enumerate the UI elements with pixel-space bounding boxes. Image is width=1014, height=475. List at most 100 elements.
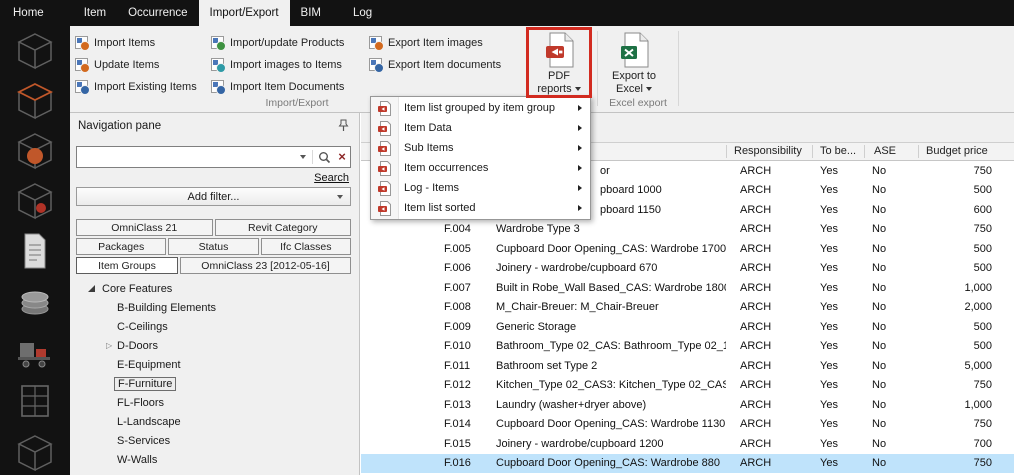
pdf-menu-item[interactable]: Item list grouped by item group (371, 98, 590, 118)
table-row[interactable]: F.007 Built in Robe_Wall Based_CAS: Ward… (361, 278, 1014, 298)
table-row[interactable]: F.014 Cupboard Door Opening_CAS: Wardrob… (361, 415, 1014, 435)
item-description-cell: Cupboard Door Opening_CAS: Wardrobe 880 (492, 457, 726, 469)
table-row[interactable]: F.009 Generic Storage ARCH Yes No 500 (361, 317, 1014, 337)
tree-item[interactable]: ▷ W-Walls (76, 450, 357, 469)
ribbon-button[interactable]: Import images to Items (208, 55, 347, 74)
pdf-menu-item[interactable]: Item occurrences (371, 158, 590, 178)
table-row[interactable]: F.008 M_Chair-Breuer: M_Chair-Breuer ARC… (361, 298, 1014, 318)
document-icon (18, 231, 52, 271)
responsibility-cell: ARCH (726, 438, 812, 450)
sidebar-module-5[interactable] (0, 226, 70, 276)
sidebar-module-2[interactable] (0, 76, 70, 126)
menubar-tab[interactable]: Import/Export (199, 0, 290, 26)
add-filter-dropdown[interactable]: Add filter... (76, 187, 351, 206)
table-row[interactable]: F.011 Bathroom set Type 2 ARCH Yes No 5,… (361, 356, 1014, 376)
search-icon[interactable] (314, 151, 334, 164)
search-input[interactable] (77, 148, 295, 166)
tree-item[interactable]: ▷ C-Ceilings (76, 317, 357, 336)
tree-item[interactable]: ▷ L-Landscape (76, 412, 357, 431)
tree-item[interactable]: ▷ B-Building Elements (76, 298, 357, 317)
sidebar-module-3[interactable] (0, 126, 70, 176)
ribbon-button[interactable]: Import/update Products (208, 33, 347, 52)
filter-tab[interactable]: Packages (76, 238, 166, 255)
submenu-arrow-icon (578, 165, 582, 171)
ribbon-button[interactable]: Import Existing Items (72, 77, 200, 96)
module-sidebar (0, 26, 70, 475)
sidebar-module-9[interactable] (0, 426, 70, 475)
submenu-arrow-icon (578, 145, 582, 151)
table-row[interactable]: F.004 Wardrobe Type 3 ARCH Yes No 750 (361, 220, 1014, 240)
budget-price-cell: 500 (918, 340, 1014, 352)
table-row[interactable]: F.010 Bathroom_Type 02_CAS: Bathroom_Typ… (361, 337, 1014, 357)
item-id-cell: F.009 (440, 321, 492, 333)
pdf-menu-item[interactable]: Log - Items (371, 178, 590, 198)
chevron-down-icon[interactable] (295, 155, 311, 159)
table-row[interactable]: F.012 Kitchen_Type 02_CAS3: Kitchen_Type… (361, 376, 1014, 396)
ase-cell: No (864, 204, 918, 216)
dropdown-arrow-icon (575, 87, 581, 91)
table-row[interactable]: F.005 Cupboard Door Opening_CAS: Wardrob… (361, 239, 1014, 259)
pin-icon[interactable] (338, 119, 349, 135)
ribbon-button[interactable]: Update Items (72, 55, 200, 74)
sidebar-module-7[interactable] (0, 326, 70, 376)
filter-tab[interactable]: Item Groups (76, 257, 178, 274)
ribbon-button[interactable]: Import Item Documents (208, 77, 347, 96)
expand-arrow-icon[interactable]: ▷ (106, 341, 117, 350)
navigation-pane: Navigation pane × Search Add filter... O… (70, 113, 360, 475)
ribbon-column-2: Import/update Products Import images to … (208, 33, 347, 96)
collapse-arrow-icon[interactable] (88, 285, 95, 292)
pdf-menu-item[interactable]: Sub Items (371, 138, 590, 158)
search-link[interactable]: Search (314, 172, 349, 184)
ribbon-button[interactable]: Export Item documents (366, 55, 504, 74)
filter-tab[interactable]: OmniClass 21 (76, 219, 213, 236)
budget-price-cell: 2,000 (918, 301, 1014, 313)
menubar-tab[interactable]: Occurrence (117, 0, 198, 26)
budget-price-cell: 500 (918, 184, 1014, 196)
item-id-cell: F.016 (440, 457, 492, 469)
pdf-menu-item[interactable]: Item list sorted (371, 198, 590, 218)
submenu-arrow-icon (578, 205, 582, 211)
sidebar-module-1[interactable] (0, 26, 70, 76)
responsibility-cell: ARCH (726, 321, 812, 333)
filter-tab[interactable]: Status (168, 238, 258, 255)
column-header-ase[interactable]: ASE (874, 145, 896, 157)
item-id-cell: F.008 (440, 301, 492, 313)
menubar-tab[interactable]: Log (342, 0, 383, 26)
table-row[interactable]: F.016 Cupboard Door Opening_CAS: Wardrob… (361, 454, 1014, 474)
table-row[interactable]: F.013 Laundry (washer+dryer above) ARCH … (361, 395, 1014, 415)
sidebar-module-8[interactable] (0, 376, 70, 426)
tree-item[interactable]: ▷ FL-Floors (76, 393, 357, 412)
tree-item-core-features[interactable]: Core Features (76, 279, 357, 298)
responsibility-cell: ARCH (726, 360, 812, 372)
budget-price-cell: 750 (918, 457, 1014, 469)
tree-item[interactable]: ▷ D-Doors (76, 336, 357, 355)
ase-cell: No (864, 340, 918, 352)
tree-item[interactable]: ▷ S-Services (76, 431, 357, 450)
ribbon-button[interactable]: Export Item images (366, 33, 504, 52)
responsibility-cell: ARCH (726, 184, 812, 196)
ribbon-button[interactable]: Import Items (72, 33, 200, 52)
ribbon-button-icon (369, 58, 382, 71)
sidebar-module-6[interactable] (0, 276, 70, 326)
column-header-budget-price[interactable]: Budget price (926, 145, 988, 157)
sidebar-module-4[interactable] (0, 176, 70, 226)
filter-tab[interactable]: OmniClass 23 [2012-05-16] (180, 257, 351, 274)
responsibility-cell: ARCH (726, 399, 812, 411)
submenu-arrow-icon (578, 125, 582, 131)
table-row[interactable]: F.015 Joinery - wardrobe/cupboard 1200 A… (361, 434, 1014, 454)
to-be-cell: Yes (812, 438, 864, 450)
clear-icon[interactable]: × (334, 147, 350, 167)
export-to-excel-button[interactable]: Export to Excel (604, 30, 664, 108)
menubar-tab[interactable]: Home (2, 0, 55, 26)
filter-tab[interactable]: Ifc Classes (261, 238, 351, 255)
tree-item[interactable]: ▷ E-Equipment (76, 355, 357, 374)
tree-item[interactable]: ▷ F-Furniture (76, 374, 357, 393)
menubar-tab[interactable]: BIM (290, 0, 332, 26)
menubar-tab[interactable]: Item (73, 0, 117, 26)
filter-tab[interactable]: Revit Category (215, 219, 352, 236)
column-header-to-be[interactable]: To be... (820, 145, 856, 157)
table-row[interactable]: F.006 Joinery - wardrobe/cupboard 670 AR… (361, 259, 1014, 279)
pdf-menu-item[interactable]: Item Data (371, 118, 590, 138)
column-header-responsibility[interactable]: Responsibility (734, 145, 802, 157)
item-id-cell: F.005 (440, 243, 492, 255)
